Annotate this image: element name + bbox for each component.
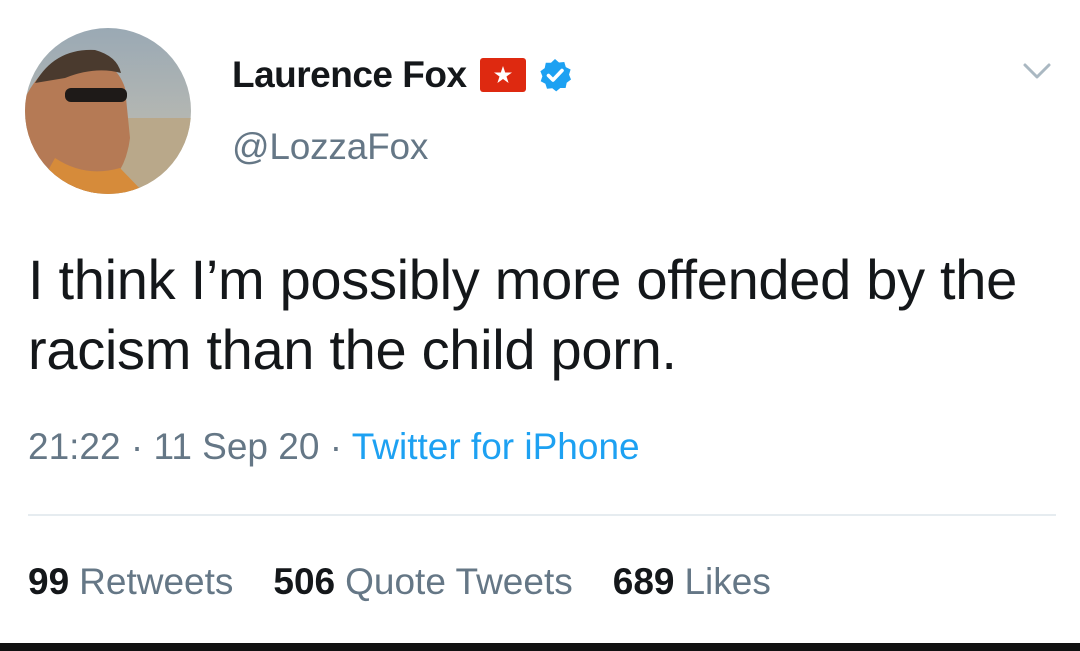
quote-tweets-count: 506 [273,561,336,602]
bottom-edge-bar [0,643,1080,651]
retweets-label: Retweets [79,561,234,602]
meta-separator: · [329,426,343,467]
tweet-text: I think I’m possibly more offended by th… [28,248,1017,381]
tweet-card: Laurence Fox @LozzaFox I think I’m possi… [0,0,1080,651]
likes-count: 689 [612,561,675,602]
hong-kong-flag-icon [479,58,526,92]
display-name-row: Laurence Fox [232,50,572,100]
tweet-stats: 99 Retweets 506 Quote Tweets 689 Likes [28,561,771,603]
meta-separator: · [130,426,144,467]
retweets-stat[interactable]: 99 Retweets [28,561,233,603]
tweet-source-link[interactable]: Twitter for iPhone [352,426,640,467]
quote-tweets-label: Quote Tweets [345,561,573,602]
user-handle[interactable]: @LozzaFox [232,126,428,168]
verified-badge-icon [538,58,572,92]
avatar[interactable] [25,28,191,194]
likes-stat[interactable]: 689 Likes [613,561,771,603]
quote-tweets-stat[interactable]: 506 Quote Tweets [273,561,572,603]
likes-label: Likes [684,561,771,602]
chevron-down-icon[interactable] [1020,58,1054,84]
tweet-meta: 21:22 · 11 Sep 20 · Twitter for iPhone [28,426,640,468]
divider [28,514,1056,516]
retweets-count: 99 [28,561,70,602]
avatar-image [25,28,191,194]
tweet-date[interactable]: 11 Sep 20 [153,426,319,467]
display-name[interactable]: Laurence Fox [232,54,467,96]
tweet-time[interactable]: 21:22 [28,426,121,467]
